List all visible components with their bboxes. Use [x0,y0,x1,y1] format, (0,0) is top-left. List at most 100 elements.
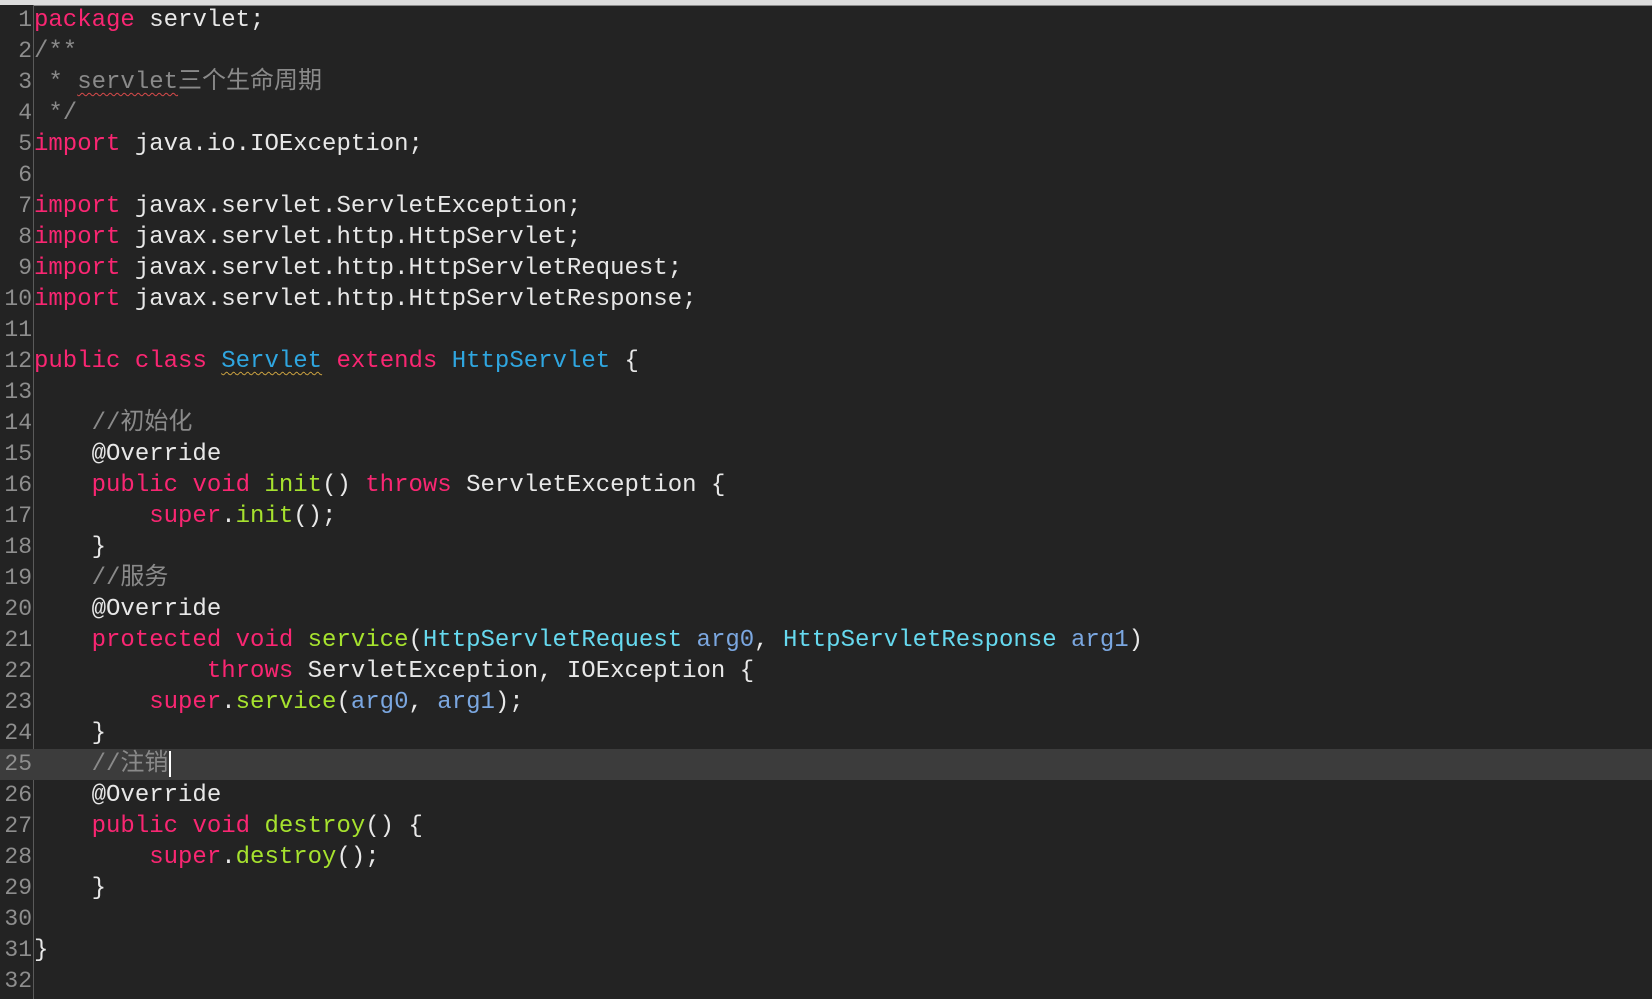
code-line[interactable]: 12 public class Servlet extends HttpServl… [0,346,1652,377]
code-line[interactable]: 8 import javax.servlet.http.HttpServlet; [0,222,1652,253]
code-line[interactable]: 21 protected void service(HttpServletReq… [0,625,1652,656]
code-line[interactable]: 7 import javax.servlet.ServletException; [0,191,1652,222]
code-token: throws [206,658,294,685]
code-token: //注销 [34,751,169,778]
code-text[interactable]: import javax.servlet.ServletException; [34,191,581,222]
line-number: 1 [18,7,32,33]
line-number: 3 [18,69,32,95]
code-line[interactable]: 30 [0,904,1652,935]
code-line[interactable]: 6 [0,160,1652,191]
code-token: destroy [264,813,366,840]
code-token: service [307,627,409,654]
code-text[interactable]: public class Servlet extends HttpServlet… [34,346,639,377]
code-token: throws [365,472,452,499]
code-text[interactable]: } [34,873,106,904]
code-text[interactable]: import javax.servlet.http.HttpServletReq… [34,253,682,284]
line-number: 18 [4,534,32,560]
code-token: . [221,689,236,716]
line-number: 27 [4,813,32,839]
code-text[interactable]: } [34,532,106,563]
code-text[interactable]: package servlet; [34,5,264,36]
code-text[interactable]: public void init() throws ServletExcepti… [34,470,726,501]
code-line[interactable]: 26 @Override [0,780,1652,811]
code-line[interactable]: 31} [0,935,1652,966]
code-line[interactable]: 17 super.init(); [0,501,1652,532]
code-line[interactable]: 23 super.service(arg0, arg1); [0,687,1652,718]
code-token: . [221,844,236,871]
code-token: arg0 [350,689,409,716]
code-token: javax.servlet.ServletException; [120,193,582,220]
code-token: servlet; [134,7,265,34]
line-number: 24 [4,720,32,746]
code-line[interactable]: 2/** [0,36,1652,67]
code-text[interactable]: } [34,718,106,749]
code-token: () { [365,813,423,840]
code-token: javax.servlet.http.HttpServletResponse; [120,286,697,313]
code-token: ( [336,689,351,716]
code-text[interactable]: public void destroy() { [34,811,423,842]
code-token: ) [1128,627,1144,654]
code-text[interactable]: } [34,935,48,966]
code-line[interactable]: 10 import javax.servlet.http.HttpServletR… [0,284,1652,315]
line-number: 5 [18,131,32,157]
code-text[interactable]: import javax.servlet.http.HttpServletRes… [34,284,697,315]
code-text[interactable]: throws ServletException, IOException { [34,656,754,687]
code-line[interactable]: 32 [0,966,1652,997]
code-line[interactable]: 27 public void destroy() { [0,811,1652,842]
code-token: HttpServletRequest [422,627,683,654]
code-line[interactable]: 3 * servlet三个生命周期 [0,67,1652,98]
line-number: 25 [4,751,32,777]
code-line[interactable]: 4 */ [0,98,1652,129]
line-number: 19 [4,565,32,591]
code-line[interactable]: 1 package servlet; [0,5,1652,36]
code-token: } [34,720,107,747]
code-text[interactable]: import javax.servlet.http.HttpServlet; [34,222,581,253]
code-token: public [91,472,179,499]
code-line[interactable]: 16 public void init() throws ServletExce… [0,470,1652,501]
code-line[interactable]: 18 } [0,532,1652,563]
code-line[interactable]: 22 throws ServletException, IOException … [0,656,1652,687]
code-text[interactable]: @Override [34,439,222,470]
code-token: import [34,224,121,251]
code-text[interactable]: import java.io.IOException; [34,129,423,160]
code-text[interactable]: /** [34,36,77,67]
code-line[interactable]: 14 //初始化 [0,408,1652,439]
line-number: 4 [18,100,32,126]
code-text[interactable]: super.destroy(); [34,842,379,873]
code-text[interactable]: */ [34,98,77,129]
code-line[interactable]: 11 [0,315,1652,346]
code-token: Servlet [221,348,323,375]
code-token: } [34,875,107,902]
code-text[interactable]: @Override [34,594,222,625]
code-line[interactable]: 13 [0,377,1652,408]
code-line[interactable]: 24 } [0,718,1652,749]
code-text[interactable]: protected void service(HttpServletReques… [34,625,1143,656]
code-line[interactable]: 28 super.destroy(); [0,842,1652,873]
code-text[interactable]: * servlet三个生命周期 [34,67,322,98]
code-line[interactable]: 15 @Override [0,439,1652,470]
code-editor[interactable]: 1 package servlet; 2/** 3 * servlet三个生命周期 4 … [0,0,1652,999]
code-line[interactable]: 20 @Override [0,594,1652,625]
code-line[interactable]: 25 //注销 [0,749,1652,780]
code-line[interactable]: 19 //服务 [0,563,1652,594]
code-text[interactable]: //初始化 [34,408,193,439]
code-text[interactable]: super.init(); [34,501,336,532]
code-text[interactable]: super.service(arg0, arg1); [34,687,524,718]
code-text[interactable]: //注销 [34,749,172,780]
code-text[interactable]: @Override [34,780,222,811]
code-lines[interactable]: 1 package servlet; 2/** 3 * servlet三个生命周期 4 … [0,5,1652,997]
line-number: 31 [4,937,32,963]
code-line[interactable]: 5 import java.io.IOException; [0,129,1652,160]
code-text[interactable]: //服务 [34,563,169,594]
code-line[interactable]: 29 } [0,873,1652,904]
code-line[interactable]: 9 import javax.servlet.http.HttpServletRe… [0,253,1652,284]
